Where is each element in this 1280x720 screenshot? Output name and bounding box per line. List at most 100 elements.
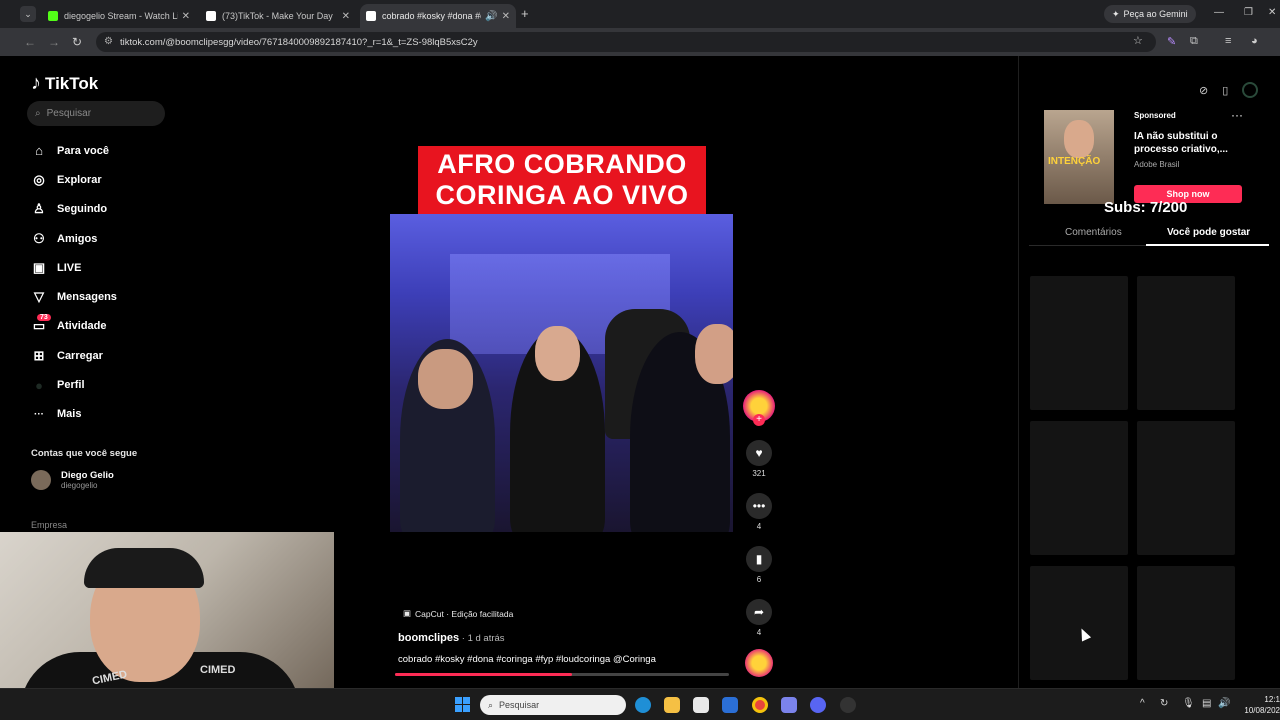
logo-text: TikTok (45, 73, 99, 93)
suggested-video-tile[interactable] (1137, 421, 1235, 555)
profile-icon: ● (35, 377, 43, 393)
sync-icon[interactable]: ↻ (1160, 698, 1168, 709)
browser-tab-active[interactable]: cobrado #kosky #dona #co 🔊 ✕ (360, 4, 516, 28)
tab-comentarios[interactable]: Comentários (1065, 227, 1122, 238)
pen-extension-icon[interactable]: ✎ (1167, 35, 1176, 48)
close-icon[interactable]: ✕ (342, 11, 350, 22)
compass-icon[interactable]: ⊘ (1199, 84, 1208, 97)
tab-label: diegogelio Stream - Watch Live (64, 11, 178, 21)
minimize-icon[interactable]: — (1214, 7, 1224, 18)
ad-thumb-tag: INTENÇÃO (1048, 156, 1101, 167)
sidebar-item-amigos[interactable]: ⚇ Amigos (31, 224, 117, 253)
share-count: 4 (756, 628, 762, 637)
video-title-banner: AFRO COBRANDO CORINGA AO VIVO (418, 146, 706, 214)
mail-icon[interactable] (722, 697, 738, 713)
url-field[interactable]: ⚙ tiktok.com/@boomclipesgg/video/7671840… (96, 32, 1156, 52)
speaker-icon[interactable]: 🔊 (485, 11, 497, 22)
account-name: Diego Gelio (61, 470, 114, 481)
video-player[interactable] (390, 214, 733, 532)
like-count: 321 (752, 469, 766, 478)
account-handle: diegogelio (61, 481, 98, 490)
media-icon[interactable]: ≡ (1225, 35, 1231, 47)
site-info-icon[interactable]: ⚙ (104, 36, 113, 47)
company-link[interactable]: Empresa (31, 520, 67, 530)
file-explorer-icon[interactable] (664, 697, 680, 713)
back-icon[interactable]: ← (24, 35, 36, 49)
sidebar-item-carregar[interactable]: ⊞ Carregar (31, 341, 117, 370)
forward-icon[interactable]: → (48, 35, 60, 49)
system-clock[interactable]: 12:1 10/08/202 (1238, 694, 1280, 716)
new-tab-button[interactable]: + (521, 6, 529, 21)
following-account[interactable]: Diego Gelio diegogelio (31, 470, 114, 490)
store-icon[interactable] (693, 697, 709, 713)
search-input[interactable]: ⌕ Pesquisar (27, 101, 165, 126)
edge-icon[interactable] (635, 697, 651, 713)
sidebar-item-mais[interactable]: ··· Mais (31, 400, 117, 429)
live-icon: ▣ (32, 259, 46, 275)
browser-tab-tiktok[interactable]: (73)TikTok - Make Your Day ✕ (200, 4, 356, 28)
sidebar-item-mensagens[interactable]: ▽ Mensagens (31, 282, 117, 311)
capcut-tag[interactable]: ▣ CapCut · Edição facilitada (403, 608, 513, 619)
volume-icon[interactable]: 🔊 (1218, 698, 1230, 709)
extensions-icon[interactable]: ⧉ (1190, 35, 1198, 48)
save-button[interactable]: ▮ 6 (743, 546, 775, 584)
sidebar-item-atividade[interactable]: ▭ 73 Atividade (31, 312, 117, 341)
ad-thumbnail[interactable]: INTENÇÃO (1044, 110, 1114, 204)
sidebar-item-explorar[interactable]: ◎ Explorar (31, 165, 117, 194)
sidebar-item-seguindo[interactable]: ♙ Seguindo (31, 195, 117, 224)
ad-more-icon[interactable]: ··· (1231, 108, 1243, 122)
sidebar-item-para-voce[interactable]: ⌂ Para você (31, 136, 117, 165)
clock-date: 10/08/202 (1244, 706, 1280, 715)
discord-icon[interactable] (810, 697, 826, 713)
more-icon: ··· (34, 408, 44, 420)
video-progress-bar[interactable] (395, 673, 729, 676)
share-button[interactable]: ➦ 4 (743, 599, 775, 637)
panel-toolbar: ⊘ ▯ (1199, 82, 1259, 98)
close-window-icon[interactable]: ✕ (1268, 7, 1276, 18)
suggested-video-tile[interactable] (1137, 276, 1235, 410)
comment-icon: ••• (746, 493, 772, 519)
profile-avatar-icon[interactable]: ◕ (1251, 35, 1258, 47)
follow-plus-icon[interactable]: + (753, 414, 765, 426)
heart-icon: ♥ (746, 440, 772, 466)
video-author[interactable]: boomclipes · 1 d atrás (398, 632, 505, 644)
active-tab-indicator (1146, 244, 1269, 246)
profile-ring-icon[interactable] (1242, 82, 1259, 98)
tab-voce-pode-gostar[interactable]: Você pode gostar (1167, 227, 1250, 238)
suggested-video-tile[interactable] (1030, 566, 1128, 680)
like-button[interactable]: ♥ 321 (743, 440, 775, 478)
suggested-video-tile[interactable] (1030, 276, 1128, 410)
comment-button[interactable]: ••• 4 (743, 493, 775, 531)
close-icon[interactable]: ✕ (182, 11, 190, 22)
sidebar-item-perfil[interactable]: ● Perfil (31, 370, 117, 399)
tray-expand-icon[interactable]: ^ (1140, 698, 1145, 709)
face-center (535, 326, 580, 381)
suggested-video-tile[interactable] (1137, 566, 1235, 680)
mic-icon[interactable]: 🎙 (1182, 698, 1195, 709)
ad-brand: Adobe Brasil (1134, 160, 1180, 169)
taskbar-search-input[interactable]: ⌕ Pesquisar (480, 695, 626, 715)
tab-search-icon[interactable]: ⌄ (20, 6, 36, 22)
chrome-icon[interactable] (752, 697, 768, 713)
compass-icon: ◎ (33, 171, 45, 187)
windows-start-icon[interactable] (455, 697, 470, 712)
music-disc-icon[interactable] (745, 649, 773, 677)
sidebar-item-live[interactable]: ▣ LIVE (31, 253, 117, 282)
browser-tab-kick[interactable]: diegogelio Stream - Watch Live ✕ (42, 4, 196, 28)
sidebar-item-label: Para você (57, 144, 109, 157)
reload-icon[interactable]: ↻ (72, 35, 82, 49)
search-icon: ⌕ (35, 108, 41, 119)
creator-avatar[interactable]: + (743, 390, 775, 426)
phone-icon[interactable]: ▯ (1222, 84, 1228, 97)
teams-icon[interactable] (781, 697, 797, 713)
suggested-video-tile[interactable] (1030, 421, 1128, 555)
wifi-icon[interactable]: ▤ (1202, 698, 1211, 709)
ad-title[interactable]: IA não substitui o processo criativo,... (1134, 130, 1234, 156)
close-icon[interactable]: ✕ (502, 11, 510, 22)
tiktok-logo[interactable]: ♪ TikTok (31, 72, 98, 95)
settings-icon[interactable] (840, 697, 856, 713)
bookmark-star-icon[interactable]: ☆ (1133, 34, 1143, 47)
gemini-button[interactable]: ✦ Peça ao Gemini (1104, 5, 1196, 23)
tiktok-icon (206, 11, 216, 21)
restore-icon[interactable]: ❐ (1244, 7, 1253, 18)
